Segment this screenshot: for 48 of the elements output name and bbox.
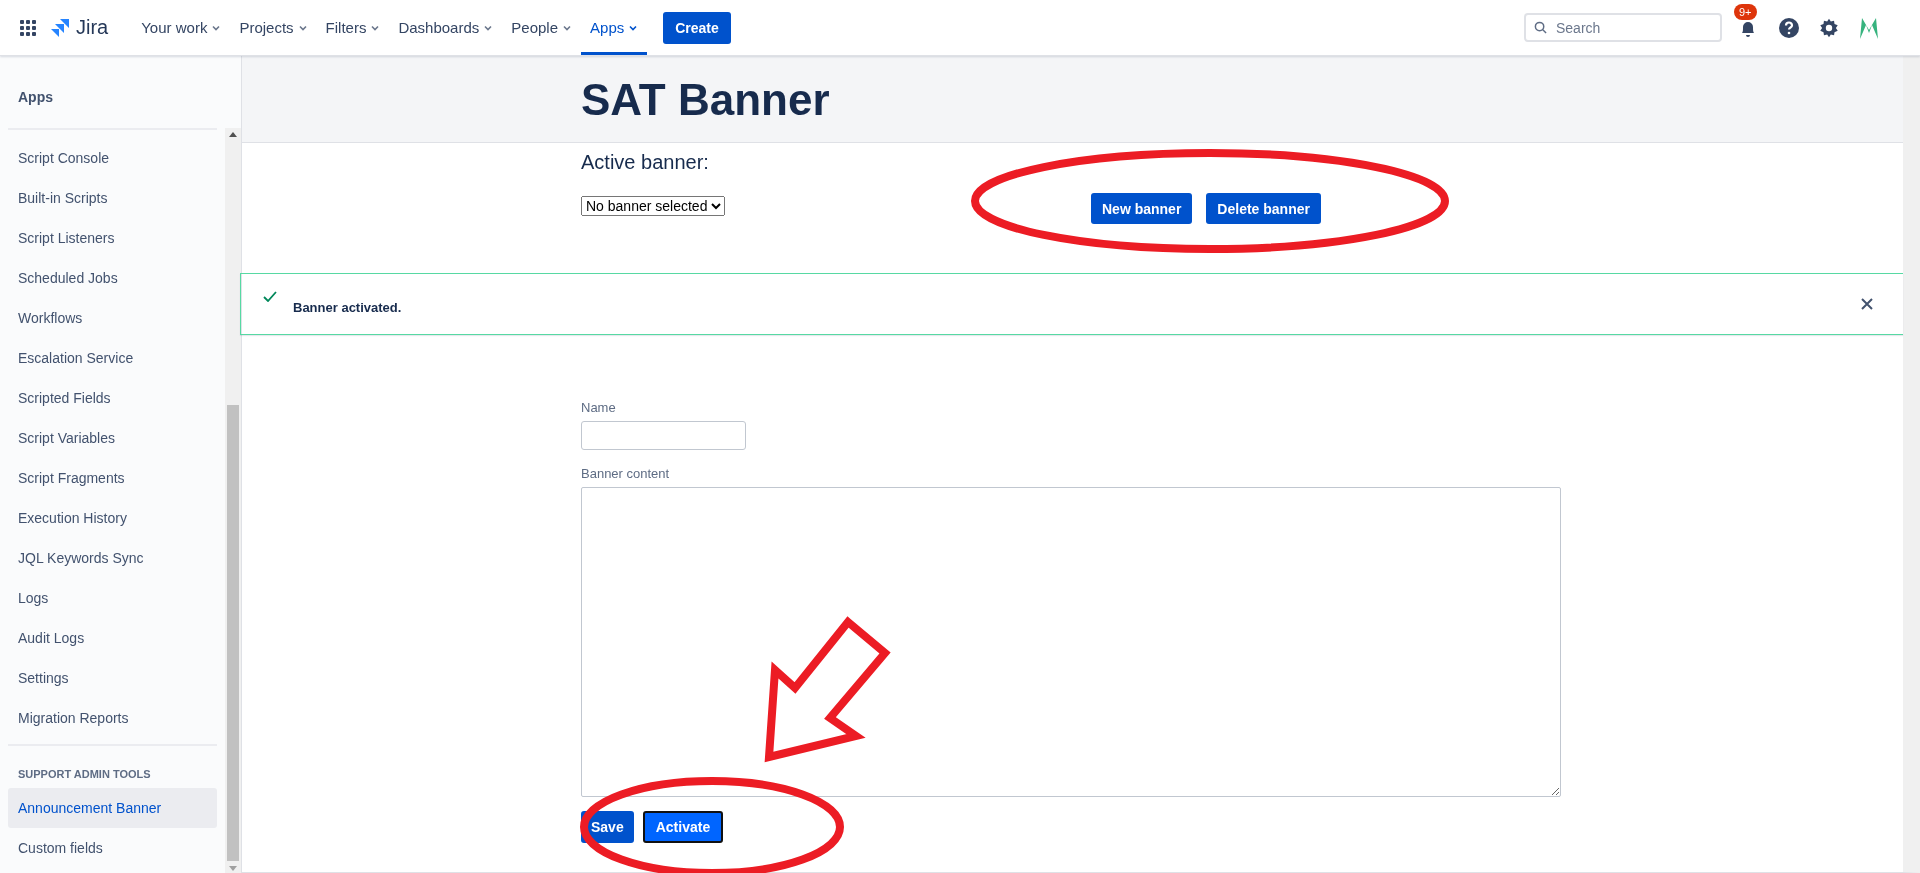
sidebar-item[interactable]: Built-in Scripts xyxy=(8,178,217,218)
nav-menu[interactable]: Filters xyxy=(316,0,390,55)
scrollbar-thumb[interactable] xyxy=(227,405,239,861)
close-icon[interactable] xyxy=(1861,298,1873,310)
sidebar-item[interactable]: Logs xyxy=(8,578,217,618)
page-title: SAT Banner xyxy=(581,74,830,126)
action-button[interactable]: Delete banner xyxy=(1206,193,1321,224)
sidebar-item[interactable]: Script Console xyxy=(8,138,217,178)
product-name[interactable]: Jira xyxy=(76,16,109,39)
sidebar-item[interactable]: JQL Keywords Sync xyxy=(8,538,217,578)
sidebar-item[interactable]: Script Variables xyxy=(8,418,217,458)
help-icon[interactable] xyxy=(1778,16,1800,39)
sidebar-item[interactable]: Script Listeners xyxy=(8,218,217,258)
nav-menu[interactable]: Your work xyxy=(132,0,231,55)
sidebar-title: Apps xyxy=(17,88,54,107)
sidebar-item[interactable]: Settings xyxy=(8,658,217,698)
name-field[interactable] xyxy=(581,421,746,450)
sidebar-item[interactable]: Migration Reports xyxy=(8,698,217,738)
nav-menu[interactable]: Dashboards xyxy=(389,0,503,55)
form-button[interactable]: Activate xyxy=(642,811,724,843)
search-field[interactable]: Search xyxy=(1524,13,1722,42)
section-label: Active banner: xyxy=(581,151,710,174)
banner-dropdown[interactable]: No banner selected xyxy=(581,196,725,216)
nav-menu[interactable]: Projects xyxy=(230,0,317,55)
create-button[interactable]: Create xyxy=(663,11,731,44)
scroll-up-icon[interactable] xyxy=(229,132,237,137)
content-field[interactable] xyxy=(581,487,1561,797)
message-text: Banner activated. xyxy=(293,299,403,315)
field-label: Banner content xyxy=(581,466,670,481)
sidebar-item[interactable]: Announcement Banner xyxy=(8,788,217,828)
sidebar-item[interactable]: Script Fragments xyxy=(8,458,217,498)
sidebar-item[interactable]: Scripted Fields xyxy=(8,378,217,418)
scrollbar[interactable] xyxy=(225,128,241,873)
scroll-down-icon[interactable] xyxy=(229,866,237,871)
section-heading: SUPPORT ADMIN TOOLS xyxy=(17,767,152,782)
sidebar-item[interactable]: Escalation Service xyxy=(8,338,217,378)
sidebar-item[interactable]: Workflows xyxy=(8,298,217,338)
nav-menu[interactable]: People xyxy=(502,0,582,55)
sidebar-item[interactable]: Custom fields xyxy=(8,828,217,868)
app-switcher-icon[interactable] xyxy=(20,19,36,36)
field-label: Name xyxy=(581,400,616,415)
jira-logo-icon[interactable] xyxy=(50,17,70,38)
check-icon xyxy=(263,290,277,302)
notification-badge: 9+ xyxy=(1734,3,1757,20)
sidebar-item[interactable]: Execution History xyxy=(8,498,217,538)
action-button[interactable]: New banner xyxy=(1091,193,1193,224)
sidebar-item[interactable]: Scheduled Jobs xyxy=(8,258,217,298)
sidebar-item[interactable]: Audit Logs xyxy=(8,618,217,658)
